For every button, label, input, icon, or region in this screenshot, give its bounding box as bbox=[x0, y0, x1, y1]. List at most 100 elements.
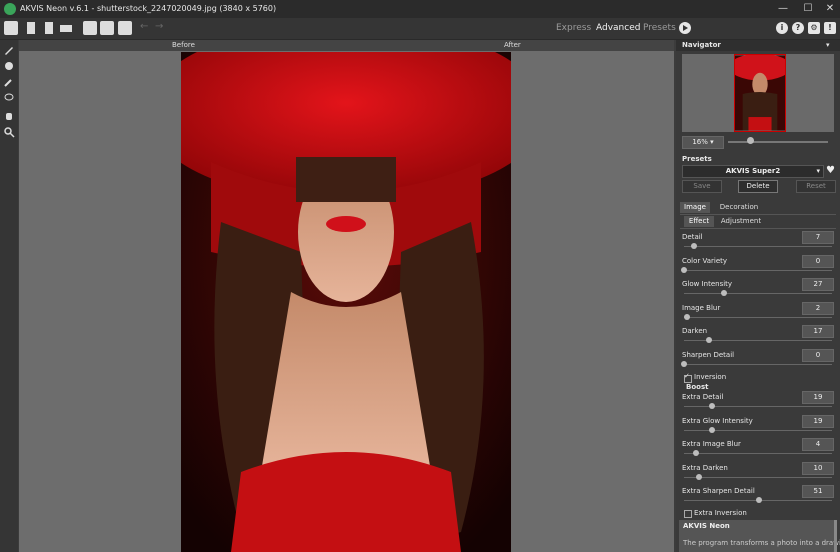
params-slider-handle-2[interactable] bbox=[720, 290, 727, 296]
favorite-heart-icon[interactable]: ♥ bbox=[826, 165, 835, 176]
params-label-0: Detail bbox=[682, 233, 703, 241]
after-tab[interactable]: After bbox=[504, 41, 521, 49]
params-slider-track-0[interactable] bbox=[684, 246, 832, 247]
mode-presets[interactable]: Presets bbox=[643, 23, 676, 33]
main-toolbar: ← → Express Advanced Presets bbox=[0, 18, 840, 40]
params-label-5: Sharpen Detail bbox=[682, 350, 735, 359]
preset-select[interactable]: AKVIS Super2 ▾ bbox=[682, 165, 824, 178]
pipette-icon[interactable] bbox=[3, 76, 15, 88]
app-logo-icon bbox=[4, 3, 16, 15]
title-bar: AKVIS Neon v.6.1 - shutterstock_22470200… bbox=[0, 0, 840, 18]
save-file-icon[interactable] bbox=[42, 21, 56, 35]
navigator-preview[interactable] bbox=[682, 54, 834, 132]
brush-icon[interactable] bbox=[3, 44, 15, 56]
info-icon[interactable]: i bbox=[776, 22, 788, 34]
params-slider-handle-1[interactable] bbox=[681, 266, 687, 273]
redo-icon[interactable]: → bbox=[155, 21, 169, 35]
params-value-0[interactable]: 7 bbox=[802, 231, 834, 244]
mode-advanced[interactable]: Advanced bbox=[596, 23, 640, 33]
zoom-slider-handle[interactable] bbox=[747, 137, 754, 144]
extra-inversion-checkbox[interactable] bbox=[684, 510, 692, 518]
main-tabs: Image Decoration bbox=[680, 201, 836, 215]
image-canvas[interactable]: Before After bbox=[19, 40, 674, 552]
params-value-2[interactable]: 27 bbox=[802, 278, 834, 291]
settings-icon[interactable]: ⚙ bbox=[808, 22, 820, 34]
settings-panel: Navigator ▾ 16% ▾ Presets AKVIS Super2 ▾ … bbox=[676, 40, 840, 552]
chevron-down-icon: ▾ bbox=[816, 167, 820, 175]
boost_params-label-0: Extra Detail bbox=[682, 393, 724, 401]
boost_params-value-1[interactable]: 19 bbox=[802, 414, 834, 428]
navigator-title: Navigator bbox=[682, 41, 721, 49]
about-scrollbar[interactable] bbox=[834, 520, 837, 552]
boost_params-slider-track-2[interactable] bbox=[684, 453, 832, 454]
params-label-3: Image Blur bbox=[682, 303, 721, 312]
boost_params-value-4[interactable]: 51 bbox=[802, 485, 834, 498]
run-play-icon[interactable] bbox=[679, 22, 691, 34]
params-slider-handle-5[interactable] bbox=[681, 360, 687, 367]
help-icon[interactable]: ? bbox=[792, 22, 804, 34]
params-value-5[interactable]: 0 bbox=[802, 348, 834, 362]
navigator-header: Navigator ▾ bbox=[676, 40, 840, 51]
boost_params-slider-handle-4[interactable] bbox=[756, 497, 763, 503]
params-value-1[interactable]: 0 bbox=[802, 254, 834, 268]
preset-selected-label: AKVIS Super2 bbox=[725, 167, 781, 175]
params-value-3[interactable]: 2 bbox=[802, 301, 834, 315]
about-text: The program transforms a photo into a dr… bbox=[683, 539, 840, 547]
params-slider-handle-3[interactable] bbox=[683, 313, 690, 320]
params-value-4[interactable]: 17 bbox=[802, 325, 834, 338]
minimize-button[interactable]: — bbox=[776, 2, 790, 16]
boost_params-value-0[interactable]: 19 bbox=[802, 391, 834, 404]
share-icon[interactable] bbox=[100, 21, 114, 35]
params-slider-handle-4[interactable] bbox=[706, 337, 713, 343]
boost_params-slider-handle-3[interactable] bbox=[695, 473, 702, 480]
eraser-icon[interactable] bbox=[3, 60, 15, 72]
zoom-select[interactable]: 16% ▾ bbox=[682, 136, 724, 149]
zoom-slider-track[interactable] bbox=[728, 141, 828, 143]
presets-title: Presets bbox=[682, 155, 712, 163]
params-slider-track-5[interactable] bbox=[684, 363, 832, 365]
reset-preset-button[interactable]: Reset bbox=[796, 180, 836, 193]
preferences-icon[interactable] bbox=[118, 21, 132, 35]
params-slider-track-3[interactable] bbox=[684, 316, 832, 318]
boost_params-slider-handle-0[interactable] bbox=[709, 403, 716, 409]
navigator-menu-icon[interactable]: ▾ bbox=[826, 41, 830, 49]
tool-panel bbox=[0, 40, 18, 552]
window-title: AKVIS Neon v.6.1 - shutterstock_22470200… bbox=[20, 4, 277, 13]
hand-icon[interactable] bbox=[3, 110, 15, 122]
boost_params-slider-handle-1[interactable] bbox=[709, 426, 716, 433]
canvas-tabs: Before After bbox=[19, 40, 674, 51]
mode-express[interactable]: Express bbox=[556, 23, 591, 33]
lasso-icon[interactable] bbox=[3, 92, 15, 104]
params-slider-handle-0[interactable] bbox=[691, 243, 698, 249]
tab-adjustment[interactable]: Adjustment bbox=[718, 216, 764, 227]
undo-icon[interactable]: ← bbox=[140, 21, 154, 35]
open-file-icon[interactable] bbox=[24, 21, 38, 35]
save-preset-button[interactable]: Save bbox=[682, 180, 722, 193]
tab-image[interactable]: Image bbox=[680, 202, 710, 213]
boost_params-value-3[interactable]: 10 bbox=[802, 461, 834, 475]
home-icon[interactable] bbox=[4, 21, 18, 35]
boost_params-slider-track-0[interactable] bbox=[684, 406, 832, 407]
tab-effect[interactable]: Effect bbox=[684, 216, 714, 227]
batch-icon[interactable] bbox=[83, 21, 97, 35]
boost_params-value-2[interactable]: 4 bbox=[802, 438, 834, 451]
notification-icon[interactable]: ! bbox=[824, 22, 836, 34]
boost_params-slider-track-3[interactable] bbox=[684, 476, 832, 478]
boost_params-label-2: Extra Image Blur bbox=[682, 440, 741, 448]
delete-preset-button[interactable]: Delete bbox=[738, 180, 778, 193]
close-button[interactable]: ✕ bbox=[823, 2, 837, 16]
boost_params-label-1: Extra Glow Intensity bbox=[682, 416, 753, 425]
tab-decoration[interactable]: Decoration bbox=[716, 202, 762, 213]
extra-inversion-label: Extra Inversion bbox=[694, 509, 747, 517]
sub-tabs: Effect Adjustment bbox=[680, 215, 836, 229]
params-label-2: Glow Intensity bbox=[682, 280, 733, 288]
params-slider-track-2[interactable] bbox=[684, 293, 832, 294]
print-icon[interactable] bbox=[59, 21, 73, 35]
zoom-icon[interactable] bbox=[3, 126, 15, 138]
params-slider-track-1[interactable] bbox=[684, 269, 832, 271]
before-tab[interactable]: Before bbox=[172, 41, 195, 49]
boost_params-slider-handle-2[interactable] bbox=[692, 450, 699, 456]
inversion-checkbox[interactable]: ✓ bbox=[684, 372, 692, 383]
maximize-button[interactable]: ☐ bbox=[801, 2, 815, 16]
boost_params-slider-track-1[interactable] bbox=[684, 429, 832, 431]
